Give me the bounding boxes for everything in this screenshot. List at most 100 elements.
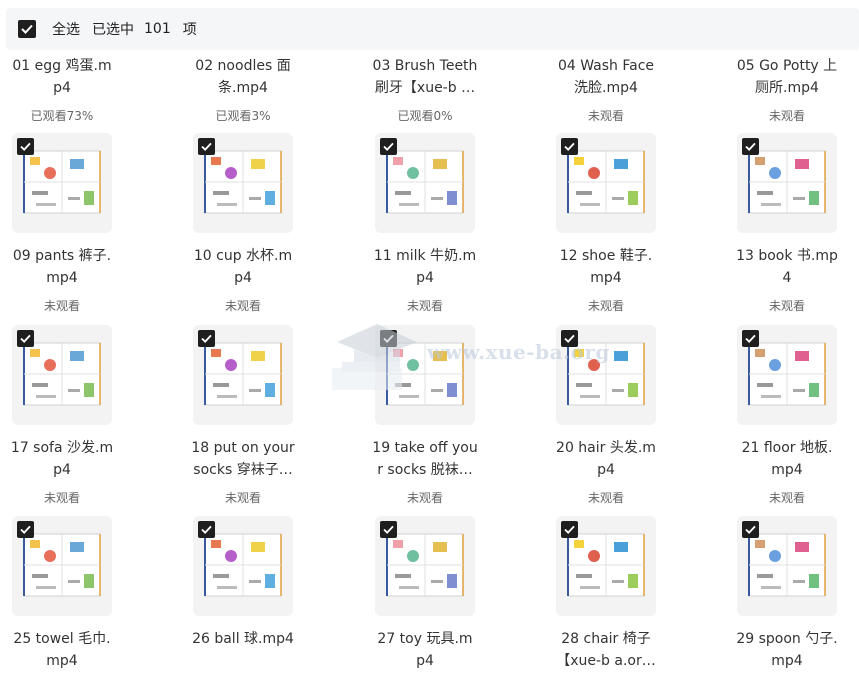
item-checkbox[interactable] <box>198 138 215 155</box>
file-item[interactable]: 26 ball 球.mp4未观看 <box>168 516 318 666</box>
file-name-line-1: 27 toy 玩具.m <box>377 631 473 647</box>
watch-status: 未观看 <box>768 299 805 313</box>
file-name[interactable]: 20 hair 头发.m p4 <box>531 437 681 481</box>
item-checkbox[interactable] <box>742 521 759 538</box>
item-checkbox[interactable] <box>17 521 34 538</box>
item-checkbox[interactable] <box>561 330 578 347</box>
file-name[interactable]: 09 pants 裤子. mp4 <box>0 245 137 289</box>
file-name-line-1: 21 floor 地板. <box>741 440 833 456</box>
file-item[interactable]: 29 spoon 勺子. mp4 <box>712 516 859 669</box>
file-thumbnail[interactable] <box>737 133 837 233</box>
file-name[interactable]: 18 put on your socks 穿袜子… <box>168 437 318 481</box>
check-icon <box>383 334 394 343</box>
check-icon <box>564 142 575 151</box>
item-checkbox[interactable] <box>742 330 759 347</box>
item-checkbox[interactable] <box>380 138 397 155</box>
watch-status: 未观看 <box>768 491 805 505</box>
file-name[interactable]: 21 floor 地板. mp4 <box>712 437 859 481</box>
item-checkbox[interactable] <box>380 521 397 538</box>
file-name[interactable]: 05 Go Potty 上厕所.mp4 <box>712 55 859 99</box>
watch-status: 未观看 <box>43 491 80 505</box>
item-checkbox[interactable] <box>17 330 34 347</box>
file-thumbnail[interactable] <box>375 516 475 616</box>
watch-status: 未观看 <box>587 491 624 505</box>
file-name[interactable]: 04 Wash Face 洗脸.mp4 <box>531 55 681 99</box>
file-name-line-2: r socks 脱袜… <box>377 462 473 478</box>
watch-status: 未观看 <box>587 299 624 313</box>
file-thumbnail[interactable] <box>193 133 293 233</box>
file-item[interactable]: 18 put on your socks 穿袜子… 未观看 <box>168 325 318 505</box>
item-checkbox[interactable] <box>198 330 215 347</box>
item-checkbox[interactable] <box>17 138 34 155</box>
file-name-line-2: mp4 <box>771 653 803 669</box>
item-checkbox[interactable] <box>561 521 578 538</box>
file-name-line-1: 20 hair 头发.m <box>556 440 656 456</box>
file-name-line-2: p4 <box>234 270 252 286</box>
watch-status: 已观看73% <box>30 109 94 123</box>
file-name-line-1: 13 book 书.mp <box>736 248 838 264</box>
select-all-checkbox[interactable] <box>18 20 36 38</box>
file-thumbnail[interactable] <box>556 133 656 233</box>
file-name-line-1: 09 pants 裤子. <box>12 248 112 264</box>
item-checkbox[interactable] <box>198 521 215 538</box>
file-name[interactable]: 19 take off you r socks 脱袜… <box>350 437 500 481</box>
file-name[interactable]: 25 towel 毛巾. mp4 <box>0 628 137 672</box>
file-name[interactable]: 17 sofa 沙发.m p4 <box>0 437 137 481</box>
file-name-line-1: 10 cup 水杯.m <box>193 248 293 264</box>
file-name[interactable]: 03 Brush Teeth 刷牙【xue-b … <box>350 55 500 99</box>
file-thumbnail[interactable] <box>737 516 837 616</box>
file-thumbnail[interactable] <box>12 325 112 425</box>
item-checkbox[interactable] <box>561 138 578 155</box>
file-thumbnail[interactable] <box>193 325 293 425</box>
file-thumbnail[interactable] <box>193 516 293 616</box>
check-icon <box>201 334 212 343</box>
file-name-line-2: mp4 <box>46 653 78 669</box>
file-item[interactable]: 12 shoe 鞋子. mp4 未观看 <box>531 133 681 313</box>
file-thumbnail[interactable] <box>737 325 837 425</box>
file-item[interactable]: 17 sofa 沙发.m p4 未观看 <box>0 325 150 505</box>
file-name-line-2: socks 穿袜子… <box>193 462 293 478</box>
file-thumbnail[interactable] <box>12 516 112 616</box>
file-item[interactable]: 21 floor 地板. mp4 未观看 <box>712 325 859 505</box>
item-checkbox[interactable] <box>742 138 759 155</box>
file-thumbnail[interactable] <box>556 516 656 616</box>
file-name[interactable]: 29 spoon 勺子. mp4 <box>712 628 859 672</box>
selected-label: 已选中 <box>92 22 134 38</box>
file-name-line-1: 02 noodles 面 <box>195 58 291 74</box>
watch-status: 已观看3% <box>215 109 271 123</box>
file-name-line-2: mp4 <box>46 270 78 286</box>
file-thumbnail[interactable] <box>556 325 656 425</box>
file-item[interactable]: 11 milk 牛奶.m p4 未观看 <box>350 133 500 313</box>
file-name[interactable]: 26 ball 球.mp4 <box>168 628 318 672</box>
file-name-line-2: p4 <box>416 270 434 286</box>
file-item[interactable]: 13 book 书.mp 4 未观看 <box>712 133 859 313</box>
file-item[interactable]: 27 toy 玩具.m p4 <box>350 516 500 669</box>
file-name[interactable]: 02 noodles 面条.mp4 <box>168 55 318 99</box>
file-name-line-2: 4 <box>782 270 792 286</box>
file-thumbnail[interactable] <box>12 133 112 233</box>
file-item[interactable]: 10 cup 水杯.m p4 未观看 <box>168 133 318 313</box>
file-item[interactable]: 09 pants 裤子. mp4 未观看 <box>0 133 150 313</box>
check-icon <box>745 142 756 151</box>
file-name[interactable]: 10 cup 水杯.m p4 <box>168 245 318 289</box>
file-name[interactable]: 27 toy 玩具.m p4 <box>350 628 500 672</box>
file-name[interactable]: 11 milk 牛奶.m p4 <box>350 245 500 289</box>
file-thumbnail[interactable] <box>375 325 475 425</box>
file-item[interactable]: 19 take off you r socks 脱袜… 未观看 <box>350 325 500 505</box>
file-name[interactable]: 01 egg 鸡蛋.m p4 <box>0 55 137 99</box>
file-item[interactable]: 20 hair 头发.m p4 未观看 <box>531 325 681 505</box>
check-icon <box>20 142 31 151</box>
check-icon <box>564 525 575 534</box>
file-name[interactable]: 13 book 书.mp 4 <box>712 245 859 289</box>
check-icon <box>201 142 212 151</box>
file-name-line-1: 17 sofa 沙发.m <box>10 440 114 456</box>
select-all-label[interactable]: 全选 <box>52 19 80 39</box>
file-item[interactable]: 28 chair 椅子 【xue-b a.or… <box>531 516 681 669</box>
file-name[interactable]: 28 chair 椅子 【xue-b a.or… <box>531 628 681 672</box>
file-name[interactable]: 12 shoe 鞋子. mp4 <box>531 245 681 289</box>
file-name-line-1: 03 Brush Teeth <box>372 58 478 74</box>
file-thumbnail[interactable] <box>375 133 475 233</box>
item-checkbox[interactable] <box>380 330 397 347</box>
file-item[interactable]: 25 towel 毛巾. mp4 <box>0 516 150 669</box>
file-name-line-1: 01 egg 鸡蛋.m <box>12 58 112 74</box>
